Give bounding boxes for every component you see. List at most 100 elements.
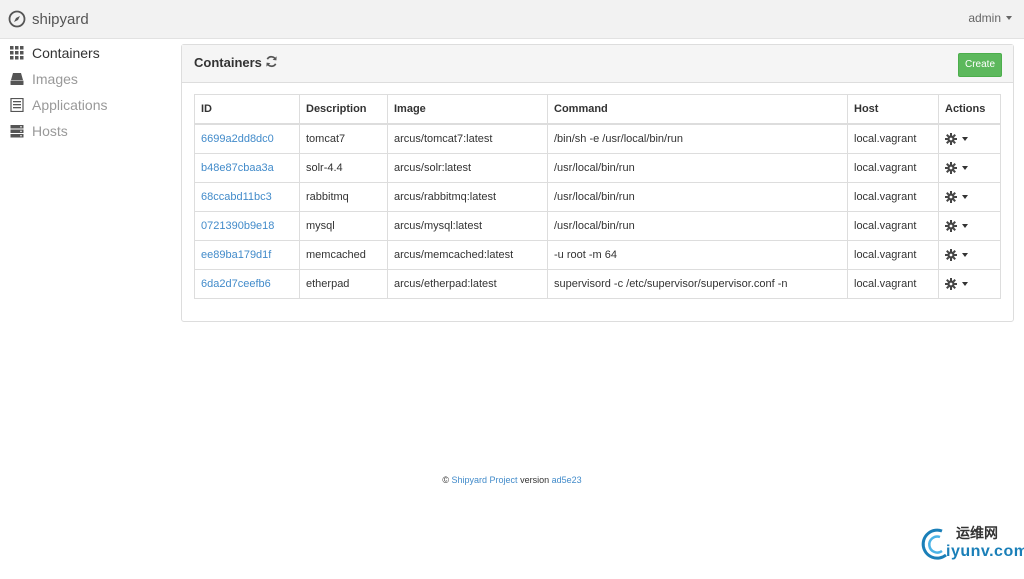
containers-panel: Containers Create ID Description Image C… — [181, 44, 1014, 322]
cell-command: /usr/local/bin/run — [547, 211, 848, 241]
sidebar-item-label: Images — [32, 71, 78, 87]
cell-description: tomcat7 — [299, 123, 388, 154]
sidebar-item-label: Applications — [32, 97, 108, 113]
cell-description: etherpad — [299, 269, 388, 299]
table-row: 6da2d7ceefb6 etherpad arcus/etherpad:lates… — [194, 269, 1001, 299]
cell-command: /bin/sh -e /usr/local/bin/run — [547, 123, 848, 154]
brand-link[interactable]: shipyard — [8, 8, 89, 30]
caret-down-icon — [1006, 16, 1012, 20]
cell-actions — [938, 240, 1001, 270]
version-label: version — [520, 475, 550, 485]
caret-down-icon — [962, 195, 968, 199]
cell-command: -u root -m 64 — [547, 240, 848, 270]
cell-host: local.vagrant — [847, 211, 939, 241]
cell-host: local.vagrant — [847, 182, 939, 212]
container-id-link[interactable]: 0721390b9e18 — [201, 220, 274, 232]
column-header-description: Description — [299, 94, 388, 125]
cell-host: local.vagrant — [847, 269, 939, 299]
cell-actions — [938, 123, 1001, 154]
sidebar-item-containers[interactable]: Containers — [0, 40, 170, 66]
cell-image: arcus/mysql:latest — [387, 211, 548, 241]
table-row: ee89ba179d1f memcached arcus/memcached:lat… — [194, 240, 1001, 270]
table-row: b48e87cbaa3a solr-4.4 arcus/solr:latest/us… — [194, 153, 1001, 183]
cell-actions — [938, 182, 1001, 212]
cell-image: arcus/solr:latest — [387, 153, 548, 183]
cell-image: arcus/memcached:latest — [387, 240, 548, 270]
actions-dropdown[interactable] — [945, 191, 994, 203]
refresh-icon[interactable] — [265, 55, 278, 68]
cell-id: b48e87cbaa3a — [194, 153, 300, 183]
shipyard-project-link[interactable]: Shipyard Project — [452, 475, 518, 485]
copyright-symbol: © — [442, 475, 449, 485]
caret-down-icon — [962, 166, 968, 170]
cell-description: rabbitmq — [299, 182, 388, 212]
column-header-host: Host — [847, 94, 939, 125]
watermark-text-url: iyunv.com — [946, 543, 1024, 560]
sidebar: Containers Images Applications Hosts — [0, 40, 170, 144]
cell-command: /usr/local/bin/run — [547, 182, 848, 212]
gear-icon — [945, 133, 957, 145]
cell-id: ee89ba179d1f — [194, 240, 300, 270]
cell-image: arcus/tomcat7:latest — [387, 123, 548, 154]
caret-down-icon — [962, 137, 968, 141]
version-link[interactable]: ad5e23 — [552, 475, 582, 485]
column-header-command: Command — [547, 94, 848, 125]
sidebar-item-label: Hosts — [32, 123, 68, 139]
watermark: 运维网 iyunv.com — [920, 521, 1024, 573]
user-menu-dropdown[interactable]: admin — [968, 11, 1012, 25]
actions-dropdown[interactable] — [945, 220, 994, 232]
gear-icon — [945, 162, 957, 174]
table-row: 6699a2dd8dc0 tomcat7 arcus/tomcat7:latest /… — [194, 123, 1001, 154]
gear-icon — [945, 191, 957, 203]
sidebar-item-applications[interactable]: Applications — [0, 92, 170, 118]
cell-command: /usr/local/bin/run — [547, 153, 848, 183]
caret-down-icon — [962, 224, 968, 228]
actions-dropdown[interactable] — [945, 278, 994, 290]
table-row: 68ccabd11bc3 rabbitmq arcus/rabbitmq:lates… — [194, 182, 1001, 212]
column-header-image: Image — [387, 94, 548, 125]
containers-table: ID Description Image Command Host Action… — [194, 94, 1001, 299]
container-id-link[interactable]: b48e87cbaa3a — [201, 162, 274, 174]
cell-actions — [938, 269, 1001, 299]
cell-id: 6da2d7ceefb6 — [194, 269, 300, 299]
container-id-link[interactable]: 68ccabd11bc3 — [201, 191, 272, 203]
cell-host: local.vagrant — [847, 123, 939, 154]
sidebar-item-label: Containers — [32, 45, 100, 61]
cell-description: mysql — [299, 211, 388, 241]
brand-name: shipyard — [32, 10, 89, 28]
actions-dropdown[interactable] — [945, 133, 994, 145]
container-id-link[interactable]: ee89ba179d1f — [201, 249, 271, 261]
actions-dropdown[interactable] — [945, 249, 994, 261]
cell-id: 0721390b9e18 — [194, 211, 300, 241]
create-button[interactable]: Create — [958, 53, 1002, 77]
container-id-link[interactable]: 6da2d7ceefb6 — [201, 278, 271, 290]
sidebar-item-images[interactable]: Images — [0, 66, 170, 92]
table-row: 0721390b9e18 mysql arcus/mysql:latest/usr/… — [194, 211, 1001, 241]
gear-icon — [945, 278, 957, 290]
caret-down-icon — [962, 282, 968, 286]
cell-image: arcus/rabbitmq:latest — [387, 182, 548, 212]
panel-heading: Containers Create — [182, 45, 1013, 83]
caret-down-icon — [962, 253, 968, 257]
grid-icon — [10, 46, 24, 60]
actions-dropdown[interactable] — [945, 162, 994, 174]
container-id-link[interactable]: 6699a2dd8dc0 — [201, 133, 274, 145]
cell-actions — [938, 153, 1001, 183]
cell-description: memcached — [299, 240, 388, 270]
cell-id: 68ccabd11bc3 — [194, 182, 300, 212]
watermark-text-cn: 运维网 — [956, 525, 998, 541]
cell-command: supervisord -c /etc/supervisor/superviso… — [547, 269, 848, 299]
panel-title: Containers — [194, 55, 262, 70]
top-navbar: shipyard admin — [0, 0, 1024, 39]
user-name: admin — [968, 11, 1001, 25]
sidebar-item-hosts[interactable]: Hosts — [0, 118, 170, 144]
server-icon — [10, 125, 24, 138]
gear-icon — [945, 220, 957, 232]
cell-host: local.vagrant — [847, 240, 939, 270]
cell-actions — [938, 211, 1001, 241]
table-header-row: ID Description Image Command Host Action… — [194, 94, 1001, 125]
column-header-actions: Actions — [938, 94, 1001, 125]
gear-icon — [945, 249, 957, 261]
column-header-id: ID — [194, 94, 300, 125]
list-icon — [10, 98, 24, 112]
